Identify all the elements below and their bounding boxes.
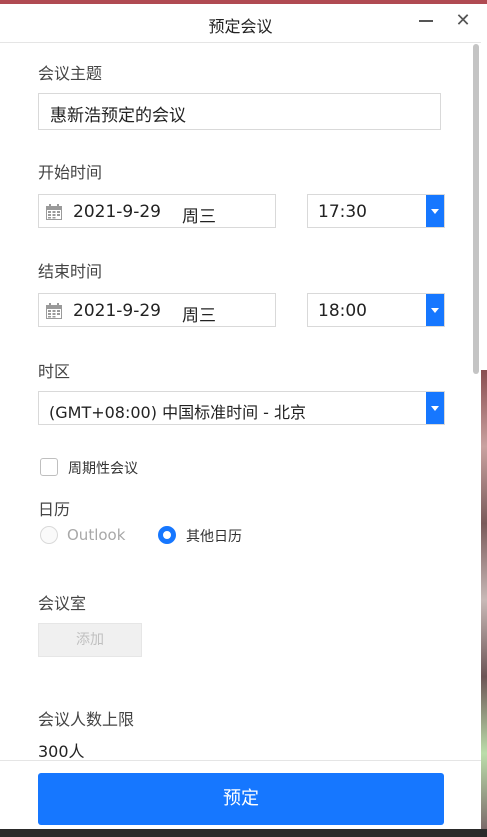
footer-divider bbox=[0, 760, 481, 761]
recurring-checkbox[interactable] bbox=[40, 458, 58, 476]
background-strip-right bbox=[481, 370, 487, 830]
radio-other-calendar-label[interactable]: 其他日历 bbox=[186, 526, 242, 546]
start-date-picker[interactable]: 2021-9-29 周三 bbox=[38, 194, 276, 228]
calendar-icon bbox=[46, 204, 62, 220]
chevron-down-icon[interactable] bbox=[426, 392, 444, 424]
scrollbar-thumb[interactable] bbox=[473, 44, 479, 374]
end-time-select[interactable]: 18:00 bbox=[307, 293, 445, 327]
radio-outlook-label: Outlook bbox=[67, 526, 126, 544]
end-time-value: 18:00 bbox=[318, 301, 367, 321]
add-room-button: 添加 bbox=[38, 623, 142, 657]
end-time-label: 结束时间 bbox=[38, 262, 103, 281]
start-time-select[interactable]: 17:30 bbox=[307, 194, 445, 228]
capacity-value: 300人 bbox=[38, 742, 85, 761]
start-weekday: 周三 bbox=[182, 207, 216, 227]
subject-input[interactable]: 惠新浩预定的会议 bbox=[38, 93, 441, 130]
calendar-label: 日历 bbox=[38, 500, 71, 519]
start-date-value: 2021-9-29 bbox=[73, 202, 161, 222]
radio-outlook bbox=[40, 526, 58, 544]
start-time-label: 开始时间 bbox=[38, 163, 103, 182]
subject-label: 会议主题 bbox=[38, 64, 103, 83]
recurring-label: 周期性会议 bbox=[68, 461, 138, 477]
minimize-button[interactable] bbox=[419, 20, 433, 22]
chevron-down-icon[interactable] bbox=[426, 195, 444, 227]
chevron-down-icon[interactable] bbox=[426, 294, 444, 326]
calendar-icon bbox=[46, 303, 62, 319]
start-time-value: 17:30 bbox=[318, 202, 367, 222]
book-meeting-dialog: 预定会议 ✕ 会议主题 惠新浩预定的会议 开始时间 2021-9-29 周三 1… bbox=[0, 4, 481, 829]
background-strip-bottom bbox=[0, 829, 487, 837]
capacity-label: 会议人数上限 bbox=[38, 710, 135, 729]
dialog-title: 预定会议 bbox=[208, 17, 273, 36]
subject-value: 惠新浩预定的会议 bbox=[50, 106, 186, 126]
book-button[interactable]: 预定 bbox=[38, 773, 444, 825]
end-date-picker[interactable]: 2021-9-29 周三 bbox=[38, 293, 276, 327]
timezone-value: (GMT+08:00) 中国标准时间 - 北京 bbox=[49, 403, 307, 422]
end-date-value: 2021-9-29 bbox=[73, 301, 161, 321]
title-bar: 预定会议 ✕ bbox=[0, 4, 481, 43]
meeting-room-label: 会议室 bbox=[38, 594, 87, 613]
end-weekday: 周三 bbox=[182, 306, 216, 326]
close-button[interactable]: ✕ bbox=[455, 12, 471, 30]
timezone-label: 时区 bbox=[38, 362, 71, 381]
timezone-select[interactable]: (GMT+08:00) 中国标准时间 - 北京 bbox=[38, 391, 445, 425]
radio-other-calendar[interactable] bbox=[158, 526, 176, 544]
